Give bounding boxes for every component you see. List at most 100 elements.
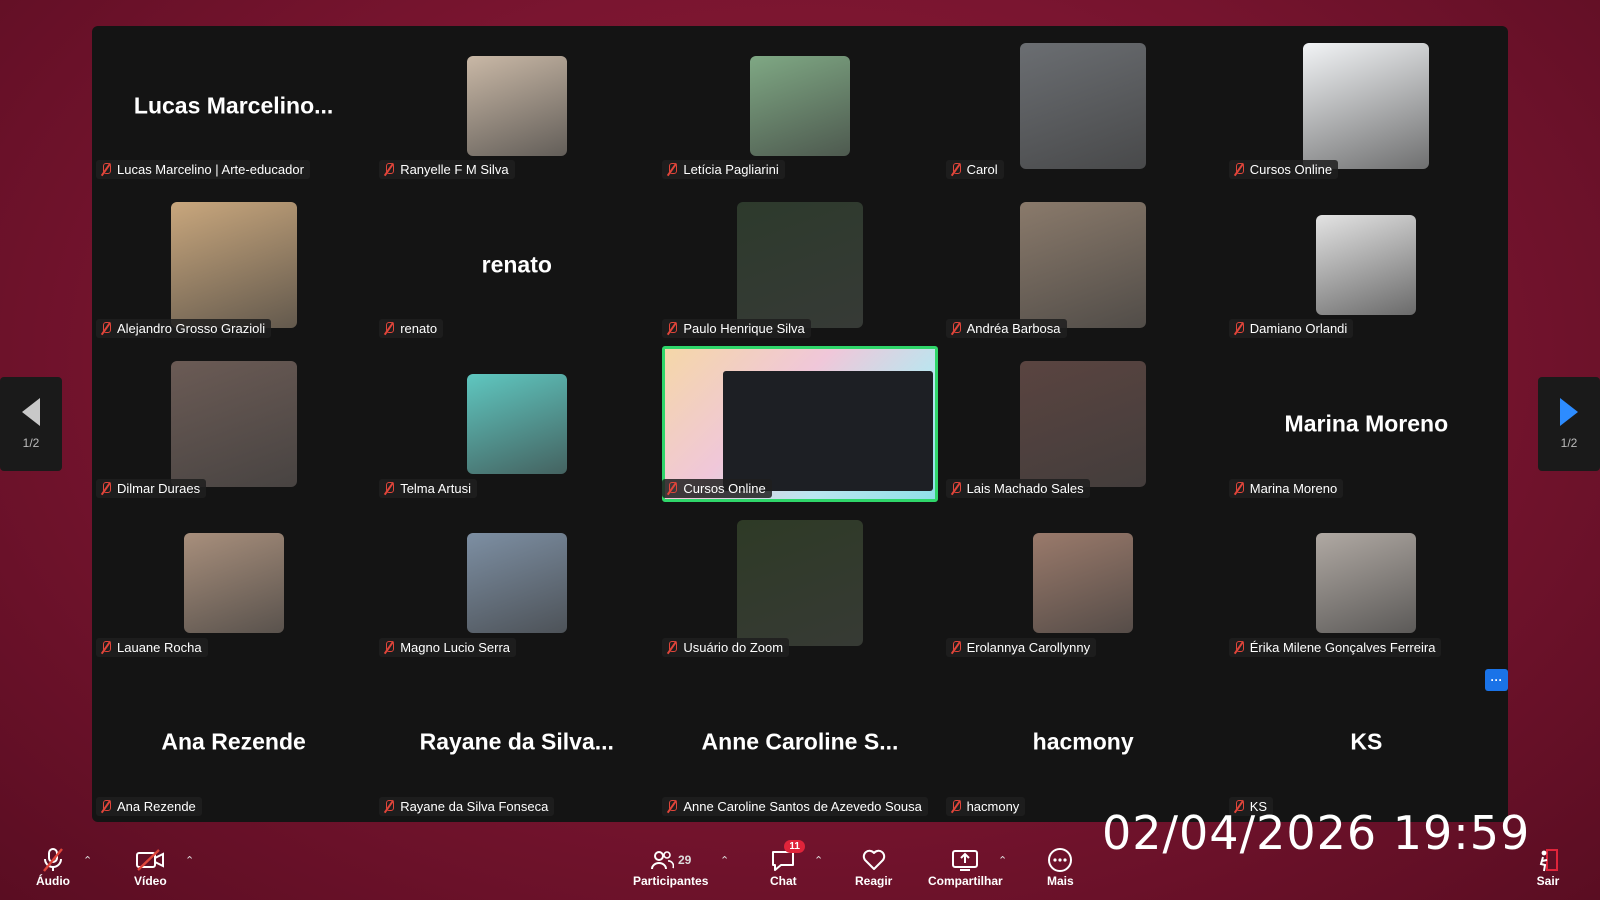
participant-tile[interactable]: Lais Machado Sales [942,344,1225,503]
chat-icon: 11 [770,840,805,874]
participant-video [466,533,567,634]
share-options-caret[interactable]: ⌃ [998,854,1007,867]
participant-tile[interactable]: Lucas Marcelino... Lucas Marcelino | Arte… [92,26,375,185]
participant-name-label: hacmony [945,796,1026,816]
more-options-button[interactable]: ··· [1485,669,1508,691]
heart-icon [861,846,887,874]
video-options-caret[interactable]: ⌃ [185,854,194,867]
participant-tile[interactable]: renato renato [375,185,658,344]
participant-tile[interactable]: Ranyelle F M Silva [375,26,658,185]
participant-video [1033,533,1134,634]
participant-tile[interactable]: Cursos Online [1225,26,1508,185]
mic-muted-icon [100,799,112,813]
participant-tile[interactable]: Carol [942,26,1225,185]
page-indicator-right: 1/2 [1560,436,1578,450]
page-indicator-left: 1/2 [22,436,40,450]
chat-options-caret[interactable]: ⌃ [814,854,823,867]
participant-tile[interactable]: hacmony hacmony [942,663,1225,822]
participant-name-label: Carol [945,160,1004,180]
mic-muted-icon [100,163,112,176]
participant-tile[interactable]: Dilmar Duraes [92,344,375,503]
participant-video [736,201,863,328]
leave-button[interactable]: Sair [1536,846,1560,888]
participant-tile[interactable]: Magno Lucio Serra [375,504,658,663]
participant-tile[interactable]: Damiano Orlandi [1225,185,1508,344]
audio-button[interactable]: Áudio [36,846,70,888]
participant-name: Dilmar Duraes [117,480,201,496]
mic-muted-icon [666,640,678,654]
participant-tile[interactable]: KS KS [1225,663,1508,822]
participants-button[interactable]: 29 Participantes [633,846,708,888]
participant-tile[interactable]: Rayane da Silva... Rayane da Silva Fonsec… [375,663,658,822]
participant-name-label: Marina Moreno [1228,478,1344,498]
mic-muted-icon [666,799,678,813]
participant-video [170,360,297,487]
next-page-button[interactable]: 1/2 [1538,377,1600,471]
participant-display-name: KS [1350,728,1383,755]
participant-video [1316,214,1417,315]
participant-video [466,55,567,156]
more-button[interactable]: Mais [1047,846,1074,888]
participant-name-label: Erolannya Carollynny [945,637,1097,657]
participant-tile[interactable]: Erolannya Carollynny [942,504,1225,663]
share-screen-button[interactable]: Compartilhar [928,846,1003,888]
participant-name-label: Letícia Pagliarini [662,160,785,180]
mic-muted-icon [383,640,395,654]
arrow-left-icon [22,398,40,426]
audio-label: Áudio [36,874,70,888]
participant-name-label: Cursos Online [662,478,772,498]
participant-tile[interactable]: Anne Caroline S... Anne Caroline Santos d… [658,663,941,822]
participant-tile[interactable]: Cursos Online [658,344,941,503]
mic-muted-icon [383,163,395,176]
leave-label: Sair [1536,874,1560,888]
participant-display-name: Anne Caroline S... [701,728,899,755]
participant-tile[interactable]: Letícia Pagliarini [658,26,941,185]
react-button[interactable]: Reagir [855,846,892,888]
participant-tile[interactable]: Telma Artusi [375,344,658,503]
participant-name: renato [400,321,438,337]
participant-name-label: Lais Machado Sales [945,478,1090,498]
participant-name-label: Ana Rezende [96,796,202,816]
participant-name: Damiano Orlandi [1249,321,1348,337]
participant-tile[interactable]: Ana Rezende Ana Rezende [92,663,375,822]
participant-name: Anne Caroline Santos de Azevedo Sousa [683,798,922,814]
participant-tile[interactable]: Lauane Rocha [92,504,375,663]
meeting-toolbar: Áudio ⌃ Vídeo ⌃ 29 Participantes ⌃ 11 Ch… [0,840,1600,900]
prev-page-button[interactable]: 1/2 [0,377,62,471]
participant-display-name: renato [481,251,552,278]
mic-muted-icon [666,322,678,335]
participant-name: Andréa Barbosa [966,321,1061,337]
participant-name-label: Lauane Rocha [96,637,208,657]
participant-name-label: Dilmar Duraes [96,478,207,498]
participant-tile[interactable]: Andréa Barbosa [942,185,1225,344]
participant-tile[interactable]: Paulo Henrique Silva [658,185,941,344]
participant-tile[interactable]: Marina Moreno Marina Moreno [1225,344,1508,503]
participant-name: Magno Lucio Serra [400,639,511,655]
participant-display-name: Ana Rezende [161,728,306,755]
participant-name: hacmony [966,798,1020,814]
audio-options-caret[interactable]: ⌃ [83,854,92,867]
chat-button[interactable]: 11 Chat [770,840,805,888]
mic-muted-icon [950,640,962,654]
participant-tile[interactable]: Usuário do Zoom [658,504,941,663]
more-label: Mais [1047,874,1074,888]
participant-name-label: Lucas Marcelino | Arte-educador [96,160,310,180]
participant-video [1020,42,1147,169]
participants-options-caret[interactable]: ⌃ [720,854,729,867]
participant-name-label: Ranyelle F M Silva [379,160,515,180]
participant-name: Cursos Online [1249,162,1333,178]
participant-name: Érika Milene Gonçalves Ferreira [1249,639,1436,655]
participant-tile[interactable]: Alejandro Grosso Grazioli [92,185,375,344]
more-dots-icon [1047,846,1073,874]
participant-tile[interactable]: Érika Milene Gonçalves Ferreira [1225,504,1508,663]
participant-video [749,55,850,156]
video-button[interactable]: Vídeo [134,846,167,888]
mic-muted-icon [666,481,678,495]
participant-video [1020,360,1147,487]
participants-icon: 29 [650,846,691,874]
react-label: Reagir [855,874,893,888]
mic-muted-icon [40,846,66,874]
mic-muted-icon [950,163,962,176]
mic-muted-icon [1233,163,1245,176]
chat-label: Chat [770,874,797,888]
